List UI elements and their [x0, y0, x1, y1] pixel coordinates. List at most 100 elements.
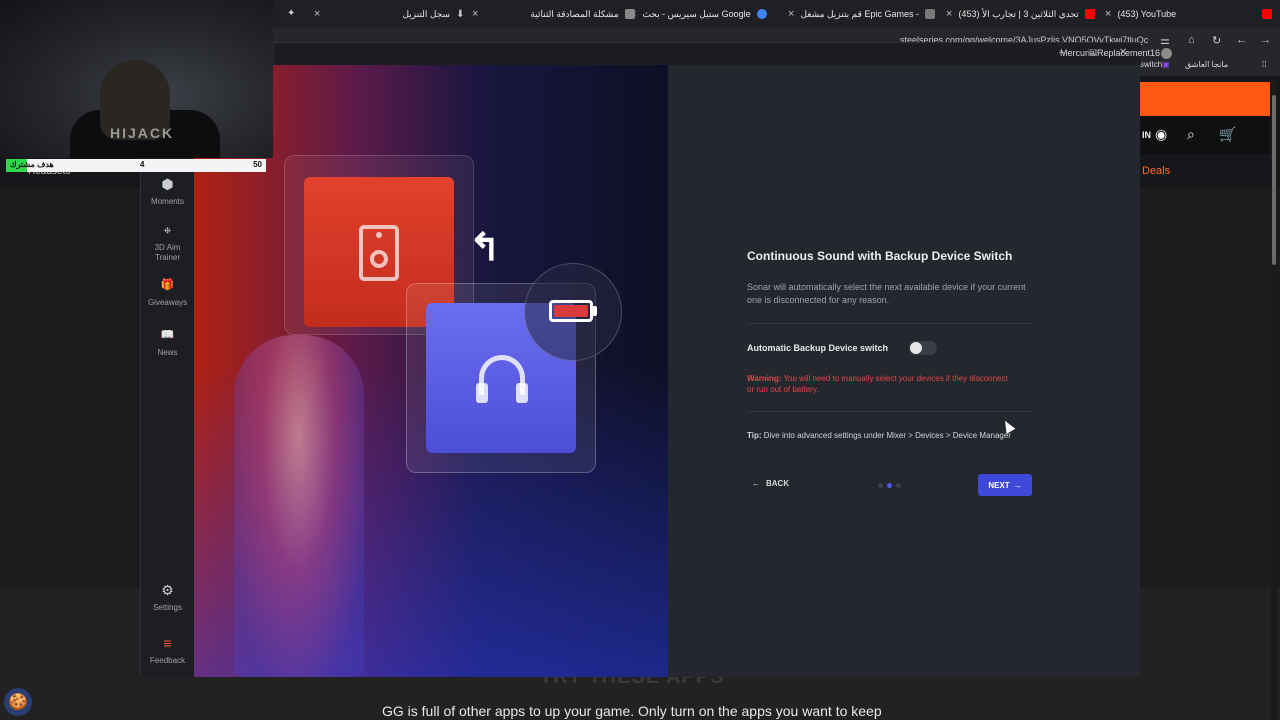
- bookmark-manga[interactable]: مانجا العاشق: [1185, 60, 1228, 69]
- sub-goal-target: 50: [253, 160, 262, 169]
- tab-downloads[interactable]: × سجل التنزيل ⬇: [314, 4, 464, 24]
- aim-trainer-icon: ⌖: [163, 222, 172, 238]
- tab-youtube-challenge[interactable]: × (453) تحدي الثلاثين 3 | تجارب الأ: [946, 4, 1095, 24]
- apps-grid-icon[interactable]: ⁞⁞: [1262, 60, 1266, 69]
- cart-icon[interactable]: 🛒: [1219, 126, 1236, 143]
- close-tab-icon[interactable]: ×: [788, 8, 794, 20]
- close-tab-icon[interactable]: ×: [1105, 8, 1111, 20]
- step-dot: [887, 483, 892, 488]
- page-scrollbar-thumb[interactable]: [1272, 95, 1276, 265]
- backup-switch-label: Automatic Backup Device switch: [747, 343, 889, 353]
- sidebar-item-aim-trainer[interactable]: ⌖ 3D Aim Trainer: [141, 222, 194, 263]
- close-tab-icon[interactable]: ×: [946, 8, 952, 20]
- steelseries-gg-window: MercurialReplacement16 – □ ✕ ⬢ Moments ⌖…: [140, 42, 1172, 677]
- twitch-icon: ▣: [1162, 60, 1170, 69]
- avatar[interactable]: [1161, 48, 1172, 59]
- tab-label: مشكلة المصادقة الثنائية: [530, 8, 619, 19]
- tip-text: Dive into advanced settings under Mixer …: [761, 431, 1011, 440]
- sidebar-item-giveaways[interactable]: 🎁 Giveaways: [141, 280, 194, 308]
- sidebar-item-label: News: [157, 348, 178, 357]
- tab-youtube[interactable]: × (453) YouTube: [1105, 4, 1273, 24]
- sidebar-item-label: Feedback: [149, 656, 186, 665]
- gift-icon: 🎁: [160, 279, 175, 291]
- maximize-button[interactable]: □: [1090, 47, 1096, 58]
- moments-icon: ⬢: [161, 176, 174, 192]
- sub-goal-bar: هدف مشترك 4 50: [6, 159, 266, 172]
- apps-description: GG is full of other apps to up your game…: [382, 703, 882, 719]
- headphone-right-cup: [516, 383, 528, 403]
- step-dot: [878, 483, 883, 488]
- step-indicator: [878, 483, 901, 488]
- onboarding-panel: Continuous Sound with Backup Device Swit…: [668, 65, 1140, 677]
- app-titlebar: MercurialReplacement16: [274, 43, 1172, 65]
- sidebar-item-label: Giveaways: [147, 298, 188, 307]
- close-tab-icon[interactable]: ×: [314, 8, 320, 20]
- search-icon[interactable]: ⌕: [1187, 126, 1195, 143]
- sidebar-item-moments[interactable]: ⬢ Moments: [141, 176, 194, 207]
- next-button[interactable]: NEXT →: [978, 474, 1032, 496]
- warning-text: You will need to manually select your de…: [747, 374, 1008, 394]
- close-tab-icon[interactable]: ×: [472, 8, 478, 20]
- google-icon: [756, 9, 767, 19]
- webcam-overlay: HIJACK: [0, 0, 273, 158]
- news-icon: 📖: [160, 329, 175, 341]
- speaker-tweeter: [376, 232, 382, 238]
- divider: [747, 323, 1033, 324]
- headphone-left-cup: [476, 383, 488, 403]
- youtube-icon: [1262, 9, 1273, 19]
- toggle-knob: [910, 342, 922, 354]
- youtube-icon: [1084, 9, 1095, 19]
- arrow-left-icon: ←: [752, 479, 760, 488]
- sign-in-link[interactable]: IN: [1142, 130, 1151, 140]
- tab-google-search[interactable]: × ستيل سيريس - بحث Google: [630, 4, 767, 24]
- warning-prefix: Warning:: [747, 374, 782, 383]
- sidebar-item-feedback[interactable]: ≡ Feedback: [141, 635, 194, 666]
- minimize-button[interactable]: –: [1059, 47, 1065, 58]
- next-button-label: NEXT: [988, 480, 1010, 490]
- download-icon: ⬇: [456, 8, 465, 20]
- screen: IN ◉ ⌕ 🛒 Deals Headsets TRY THESE APPS G…: [0, 0, 1280, 720]
- sub-goal-label: هدف مشترك: [10, 160, 54, 169]
- back-button-label: BACK: [766, 479, 790, 488]
- reload-icon[interactable]: ↻: [1212, 34, 1221, 47]
- back-button[interactable]: ← BACK: [752, 479, 789, 488]
- sidebar-item-label: 3D Aim Trainer: [154, 243, 181, 262]
- step-dot: [896, 483, 901, 488]
- warning-message: Warning: You will need to manually selec…: [747, 373, 1017, 395]
- bookmark-twitch[interactable]: switch: [1140, 60, 1162, 69]
- backup-switch-toggle[interactable]: [909, 341, 937, 355]
- tip-prefix: Tip:: [747, 431, 762, 440]
- sidebar-item-label: Settings: [153, 603, 182, 612]
- divider: [747, 411, 1033, 412]
- tab-epic-games[interactable]: × قم بتنزيل مشغل Epic Games -: [788, 4, 935, 24]
- sidebar-item-settings[interactable]: ⚙ Settings: [141, 582, 194, 613]
- back-arrow-icon[interactable]: ←: [1236, 34, 1247, 46]
- site-settings-icon[interactable]: ⚌: [1160, 34, 1170, 47]
- arrow-right-icon: →: [1013, 480, 1022, 490]
- feedback-icon: ≡: [163, 635, 172, 651]
- tab-label: سجل التنزيل: [402, 8, 451, 19]
- tab-label: قم بتنزيل مشغل Epic Games -: [800, 8, 919, 19]
- tab-label: (453) تحدي الثلاثين 3 | تجارب الأ: [958, 8, 1079, 19]
- tab-label: (453) YouTube: [1117, 9, 1177, 19]
- character-illustration: [234, 335, 364, 677]
- forward-arrow-icon[interactable]: →: [1260, 34, 1271, 46]
- username-label[interactable]: MercurialReplacement16: [1060, 48, 1160, 58]
- close-button[interactable]: ✕: [1119, 47, 1127, 58]
- speaker-cone: [370, 250, 388, 268]
- deals-link[interactable]: Deals: [1142, 165, 1170, 177]
- website-promo-banner[interactable]: [1140, 82, 1270, 116]
- shirt-print: HIJACK: [110, 125, 175, 141]
- tip-message: Tip: Dive into advanced settings under M…: [747, 430, 1017, 442]
- sidebar-item-label: Moments: [151, 197, 184, 206]
- home-icon[interactable]: ⌂: [1188, 34, 1195, 46]
- epic-games-icon: [924, 9, 935, 19]
- gear-icon: ⚙: [161, 582, 174, 598]
- battery-tip: [593, 306, 597, 316]
- sidebar-item-news[interactable]: 📖 News: [141, 330, 194, 358]
- browser-menu-icon[interactable]: ✦: [287, 8, 295, 19]
- account-icon[interactable]: ◉: [1155, 126, 1167, 143]
- cookie-settings-button[interactable]: 🍪: [4, 688, 32, 716]
- tab-label: ستيل سيريس - بحث Google: [642, 8, 751, 19]
- tab-two-factor[interactable]: × مشكلة المصادقة الثنائية: [472, 4, 635, 24]
